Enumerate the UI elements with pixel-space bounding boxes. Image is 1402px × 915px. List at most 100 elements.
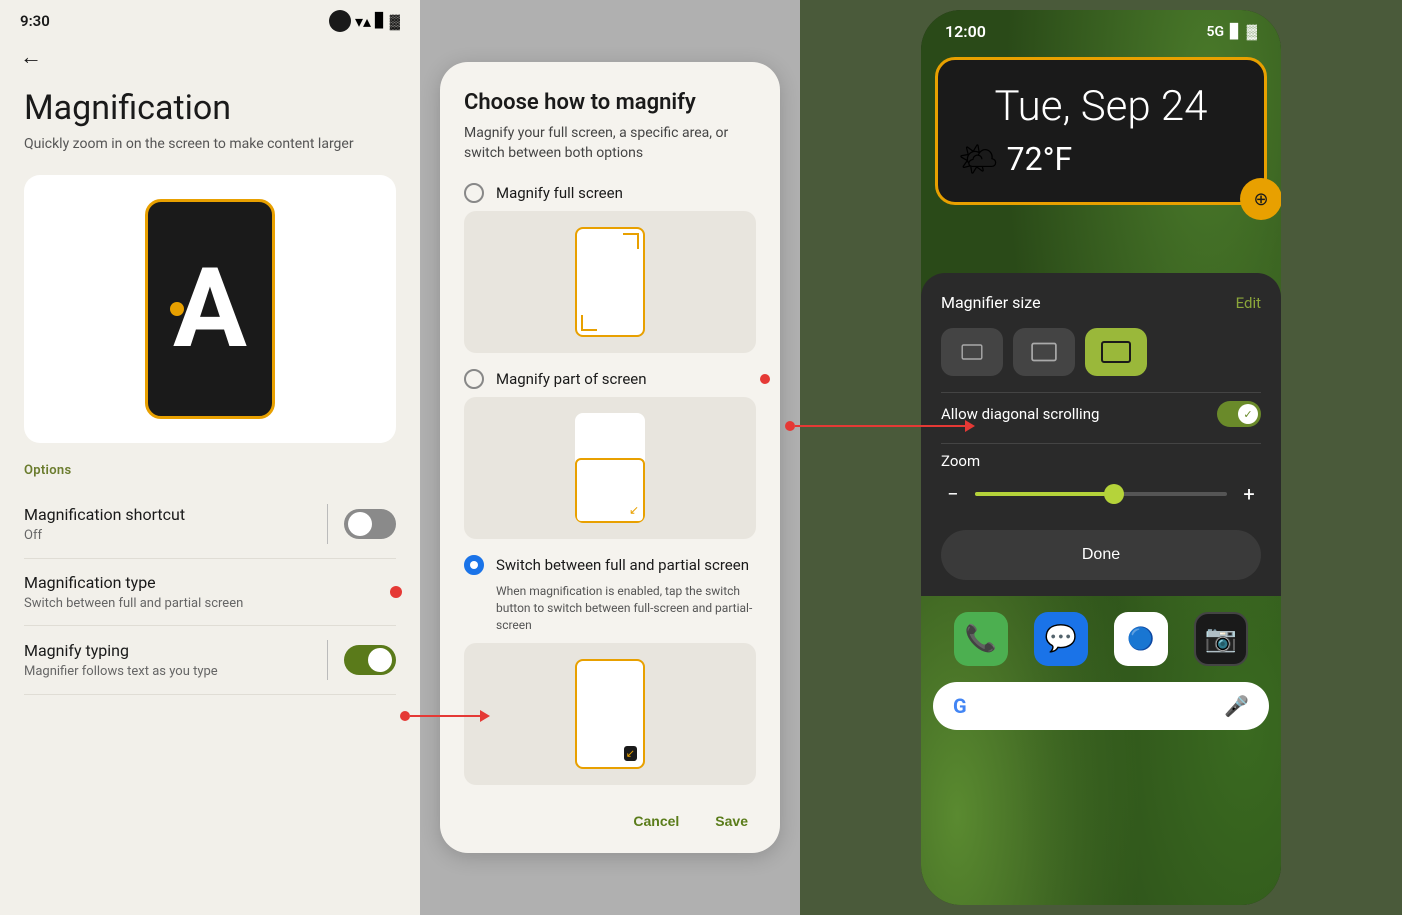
dialog-card: Choose how to magnify Magnify your full … — [440, 62, 780, 854]
edit-button[interactable]: Edit — [1236, 294, 1261, 312]
zoom-plus-button[interactable]: + — [1237, 482, 1261, 506]
dialog-title: Choose how to magnify — [464, 90, 756, 115]
phone-status-right: 5G ▊ ▓ — [1206, 23, 1257, 40]
diagonal-toggle-thumb: ✓ — [1238, 404, 1258, 424]
partial-icon: ↙ — [629, 503, 639, 517]
phone-icon: 📞 — [965, 624, 997, 654]
clock-date: Tue, Sep 24 — [958, 84, 1244, 130]
settings-panel: 9:30 ▾▴ ▊ ▓ ← Magnification Quickly zoom… — [0, 0, 420, 915]
size-medium-button[interactable] — [1013, 328, 1075, 376]
radio-switch[interactable]: Switch between full and partial screen — [464, 555, 756, 575]
dock-messages-icon[interactable]: 💬 — [1034, 612, 1088, 666]
type-title: Magnification type — [24, 573, 396, 594]
size-large-icon — [1101, 341, 1131, 363]
full-screen-phone — [575, 227, 645, 337]
magnify-typing-item[interactable]: Magnify typing Magnifier follows text as… — [24, 626, 396, 695]
status-icons: ▾▴ ▊ ▓ — [329, 10, 400, 32]
chrome-icon: 🔵 — [1127, 627, 1154, 652]
radio-full-label: Magnify full screen — [496, 184, 623, 202]
radio-part-circle — [464, 369, 484, 389]
divider — [327, 504, 328, 544]
partial-highlight: ↙ — [575, 458, 645, 523]
typing-subtitle: Magnifier follows text as you type — [24, 664, 311, 679]
check-icon: ✓ — [1243, 408, 1252, 421]
toggle-thumb2 — [368, 648, 392, 672]
camera-dock-icon: 📷 — [1205, 624, 1237, 654]
page-title: Magnification — [24, 90, 396, 127]
part-screen-red-dot — [760, 374, 770, 384]
radio-part-label: Magnify part of screen — [496, 370, 647, 388]
messages-icon: 💬 — [1045, 624, 1077, 654]
typing-toggle[interactable] — [344, 645, 396, 675]
google-logo: G — [953, 694, 967, 718]
size-small-button[interactable] — [941, 328, 1003, 376]
radio-switch-label: Switch between full and partial screen — [496, 556, 749, 574]
phone-mockup: A — [145, 199, 275, 419]
phone-letter: A — [173, 254, 247, 364]
move-icon[interactable]: ⊕ — [1240, 178, 1281, 220]
dialog-panel: Choose how to magnify Magnify your full … — [420, 0, 800, 915]
corner-bl — [581, 315, 597, 331]
radio-switch-circle — [464, 555, 484, 575]
arrow-part-to-magnifier — [785, 420, 975, 432]
zoom-row: Zoom − + — [941, 443, 1261, 514]
mic-icon[interactable]: 🎤 — [1224, 694, 1249, 718]
zoom-minus-button[interactable]: − — [941, 482, 965, 506]
battery-icon: ▓ — [390, 13, 400, 30]
save-button[interactable]: Save — [707, 809, 756, 833]
part-screen-phone: ↙ — [575, 413, 645, 523]
phone-status-bar: 12:00 5G ▊ ▓ — [921, 10, 1281, 49]
phone-dock: 📞 💬 🔵 📷 — [921, 596, 1281, 682]
divider2 — [327, 640, 328, 680]
size-large-button[interactable] — [1085, 328, 1147, 376]
cancel-button[interactable]: Cancel — [625, 809, 687, 833]
magnifier-panel: Magnifier size Edit Allow diagonal sc — [921, 273, 1281, 596]
diagonal-toggle[interactable]: ✓ — [1217, 401, 1261, 427]
toggle-thumb — [348, 512, 372, 536]
zoom-label: Zoom — [941, 452, 1261, 470]
dock-chrome-icon[interactable]: 🔵 — [1114, 612, 1168, 666]
switch-icon: ↙ — [624, 746, 637, 761]
radio-full-circle — [464, 183, 484, 203]
dialog-actions: Cancel Save — [464, 801, 756, 833]
weather-icon: 🌤 — [958, 140, 999, 178]
diagonal-scrolling-row: Allow diagonal scrolling ✓ — [941, 392, 1261, 435]
signal-icon: ▊ — [375, 13, 386, 29]
phone-search-bar[interactable]: G 🎤 — [933, 682, 1269, 730]
back-button[interactable]: ← — [0, 36, 420, 78]
dock-phone-icon[interactable]: 📞 — [954, 612, 1008, 666]
signal-bars: ▊ — [1230, 24, 1241, 40]
dock-camera-icon[interactable]: 📷 — [1194, 612, 1248, 666]
phone-preview: A — [24, 175, 396, 443]
radio-full-screen[interactable]: Magnify full screen — [464, 183, 756, 203]
zoom-fill — [975, 492, 1114, 496]
status-bar: 9:30 ▾▴ ▊ ▓ — [0, 0, 420, 36]
zoom-track[interactable] — [975, 492, 1227, 496]
switch-option-desc: When magnification is enabled, tap the s… — [496, 583, 756, 633]
switch-phone: ↙ — [575, 659, 645, 769]
size-options — [941, 328, 1261, 376]
zoom-thumb[interactable] — [1104, 484, 1124, 504]
weather-row: 🌤 72°F — [958, 140, 1244, 178]
camera-icon — [329, 10, 351, 32]
corner-tl — [623, 233, 639, 249]
wifi-icon: ▾▴ — [355, 12, 371, 31]
done-button[interactable]: Done — [941, 530, 1261, 580]
magnifier-dot — [170, 302, 184, 316]
phone-time: 12:00 — [945, 22, 986, 41]
weather-temp: 72°F — [1007, 140, 1073, 178]
shortcut-title: Magnification shortcut — [24, 505, 311, 526]
radio-part-screen[interactable]: Magnify part of screen — [464, 369, 756, 389]
typing-text: Magnify typing Magnifier follows text as… — [24, 641, 311, 679]
size-medium-icon — [1031, 343, 1057, 362]
battery-icon2: ▓ — [1247, 23, 1257, 40]
full-screen-preview — [464, 211, 756, 353]
magnification-type-item[interactable]: Magnification type Switch between full a… — [24, 559, 396, 626]
shortcut-toggle[interactable] — [344, 509, 396, 539]
magnifier-size-label: Magnifier size — [941, 293, 1041, 312]
options-label: Options — [24, 463, 396, 478]
size-small-icon — [962, 344, 983, 359]
magnification-shortcut-item[interactable]: Magnification shortcut Off — [24, 490, 396, 559]
shortcut-text: Magnification shortcut Off — [24, 505, 311, 543]
status-time: 9:30 — [20, 12, 50, 30]
